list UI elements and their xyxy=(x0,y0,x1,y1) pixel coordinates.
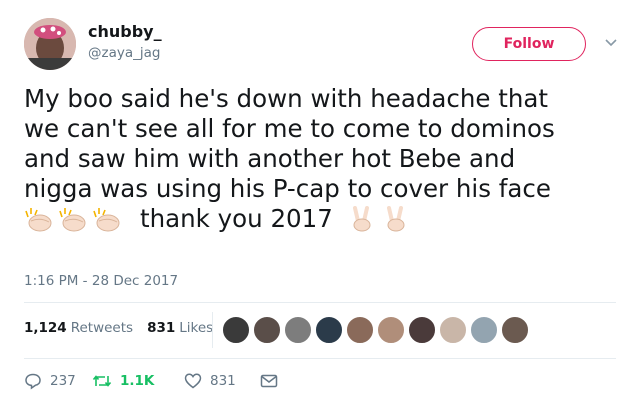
reply-count: 237 xyxy=(50,373,76,389)
envelope-icon xyxy=(260,374,278,388)
direct-message-button[interactable] xyxy=(260,373,286,389)
like-count: 831 xyxy=(210,373,236,389)
retweets-count: 1,124 xyxy=(24,320,67,336)
liker-avatar[interactable] xyxy=(284,316,312,344)
tweet-stats: 1,124 Retweets 831 Likes xyxy=(24,320,227,336)
author-name[interactable]: chubby_ xyxy=(88,22,162,41)
liker-avatars xyxy=(222,316,532,344)
liker-avatar[interactable] xyxy=(315,316,343,344)
likes-label: Likes xyxy=(179,320,214,336)
liker-avatar[interactable] xyxy=(377,316,405,344)
tweet-line: My boo said he's down with headache that xyxy=(24,84,549,113)
reply-icon xyxy=(25,373,41,390)
clapping-hands-icon xyxy=(25,208,52,232)
victory-hand-icon xyxy=(352,206,371,232)
retweet-icon xyxy=(92,375,112,387)
divider xyxy=(212,312,213,348)
tweet-line: we can't see all for me to come to domin… xyxy=(24,114,555,143)
tweet-text: My boo said he's down with headache that… xyxy=(24,84,624,234)
liker-avatar[interactable] xyxy=(346,316,374,344)
liker-avatar[interactable] xyxy=(439,316,467,344)
tweet-timestamp[interactable]: 1:16 PM - 28 Dec 2017 xyxy=(24,273,178,289)
tweet-emoji-line: thank you 2017 xyxy=(24,204,624,234)
reply-button[interactable]: 237 xyxy=(24,372,92,390)
retweet-count: 1.1K xyxy=(120,373,155,389)
author-avatar[interactable] xyxy=(24,18,76,70)
tweet-line: nigga was using his P-cap to cover his f… xyxy=(24,174,551,203)
liker-avatar[interactable] xyxy=(408,316,436,344)
victory-hand-icon xyxy=(386,206,405,232)
clapping-hands-icon xyxy=(93,208,120,232)
tweet-line: and saw him with another hot Bebe and xyxy=(24,144,516,173)
likes-count: 831 xyxy=(147,320,176,336)
divider xyxy=(24,302,616,303)
clapping-hands-icon xyxy=(59,208,86,232)
liker-avatar[interactable] xyxy=(253,316,281,344)
retweets-label: Retweets xyxy=(70,320,134,336)
author-handle[interactable]: @zaya_jag xyxy=(88,45,160,61)
chevron-down-icon[interactable] xyxy=(604,36,618,50)
like-button[interactable]: 831 xyxy=(184,372,260,390)
retweet-button[interactable]: 1.1K xyxy=(92,372,184,390)
liker-avatar[interactable] xyxy=(501,316,529,344)
heart-icon xyxy=(184,373,202,389)
tweet-emoji-line-text: thank you 2017 xyxy=(140,204,333,233)
liker-avatar[interactable] xyxy=(222,316,250,344)
likes-stat[interactable]: 831 Likes xyxy=(147,320,213,336)
liker-avatar[interactable] xyxy=(470,316,498,344)
retweets-stat[interactable]: 1,124 Retweets xyxy=(24,320,133,336)
tweet-actions: 237 1.1K 831 xyxy=(24,372,286,390)
divider xyxy=(24,358,616,359)
follow-button[interactable]: Follow xyxy=(472,27,586,61)
